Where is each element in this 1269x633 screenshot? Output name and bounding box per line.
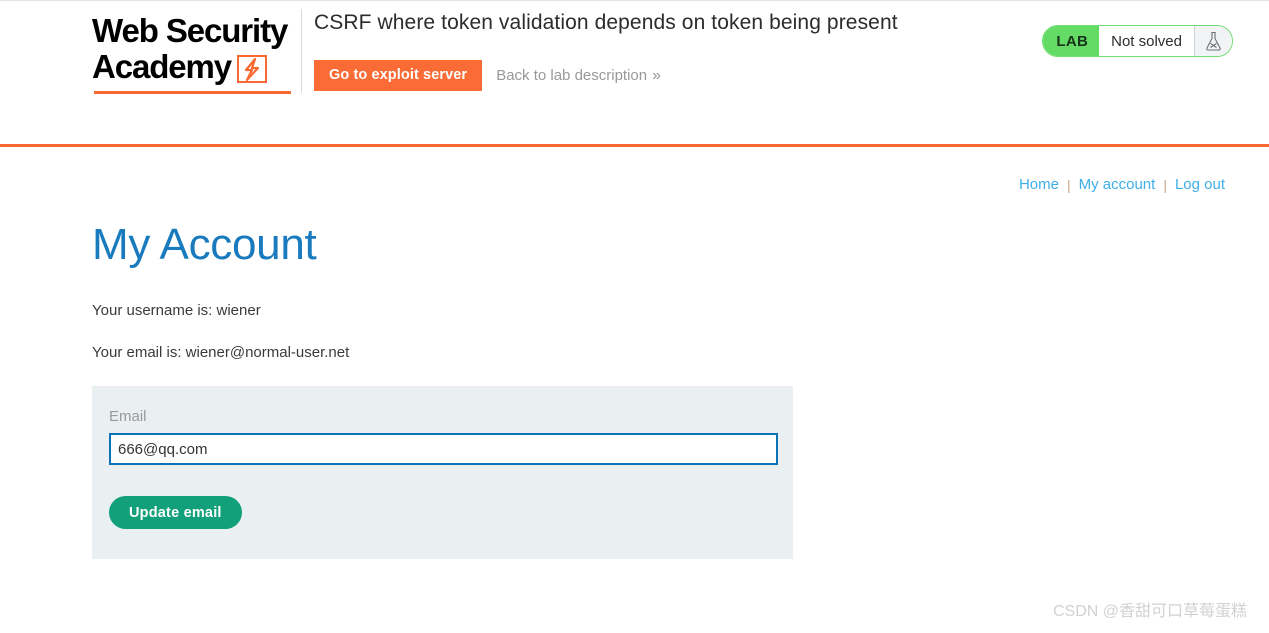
- nav-link-my-account[interactable]: My account: [1071, 176, 1164, 193]
- header-actions: Go to exploit server Back to lab descrip…: [314, 60, 661, 91]
- web-security-academy-logo[interactable]: Web Security Academy: [92, 13, 300, 95]
- site-header: Web Security Academy CSRF where token va…: [0, 1, 1269, 144]
- nav-link-log-out[interactable]: Log out: [1167, 176, 1233, 193]
- logo-line-1: Web Security: [92, 12, 288, 49]
- email-field-label: Email: [109, 408, 147, 425]
- logo-underline: [94, 91, 291, 94]
- email-input[interactable]: [109, 433, 778, 465]
- header-orange-rule: [0, 144, 1269, 147]
- flask-icon: [1194, 26, 1232, 56]
- lab-status-state: Not solved: [1099, 26, 1194, 56]
- lab-status-tag: LAB: [1043, 26, 1100, 56]
- main-content: My Account Your username is: wiener Your…: [92, 220, 1192, 559]
- header-vertical-divider: [301, 9, 302, 93]
- username-line: Your username is: wiener: [92, 302, 261, 319]
- email-line: Your email is: wiener@normal-user.net: [92, 344, 350, 361]
- update-email-button[interactable]: Update email: [109, 496, 242, 529]
- back-to-lab-description-link[interactable]: Back to lab description»: [496, 67, 661, 85]
- back-link-label: Back to lab description: [496, 66, 648, 84]
- lightning-bolt-icon: [237, 55, 268, 83]
- lab-status-badge[interactable]: LAB Not solved: [1042, 25, 1233, 57]
- csdn-watermark: CSDN @香甜可口草莓蛋糕: [1052, 603, 1247, 620]
- update-email-form: Email Update email: [92, 386, 793, 559]
- page-navigation: Home | My account | Log out: [1011, 176, 1233, 193]
- nav-link-home[interactable]: Home: [1011, 176, 1067, 193]
- lab-title: CSRF where token validation depends on t…: [314, 11, 898, 34]
- go-to-exploit-server-button[interactable]: Go to exploit server: [314, 60, 483, 91]
- logo-line-2: Academy: [92, 48, 232, 85]
- page-title: My Account: [92, 220, 317, 269]
- chevron-double-right-icon: »: [652, 66, 662, 84]
